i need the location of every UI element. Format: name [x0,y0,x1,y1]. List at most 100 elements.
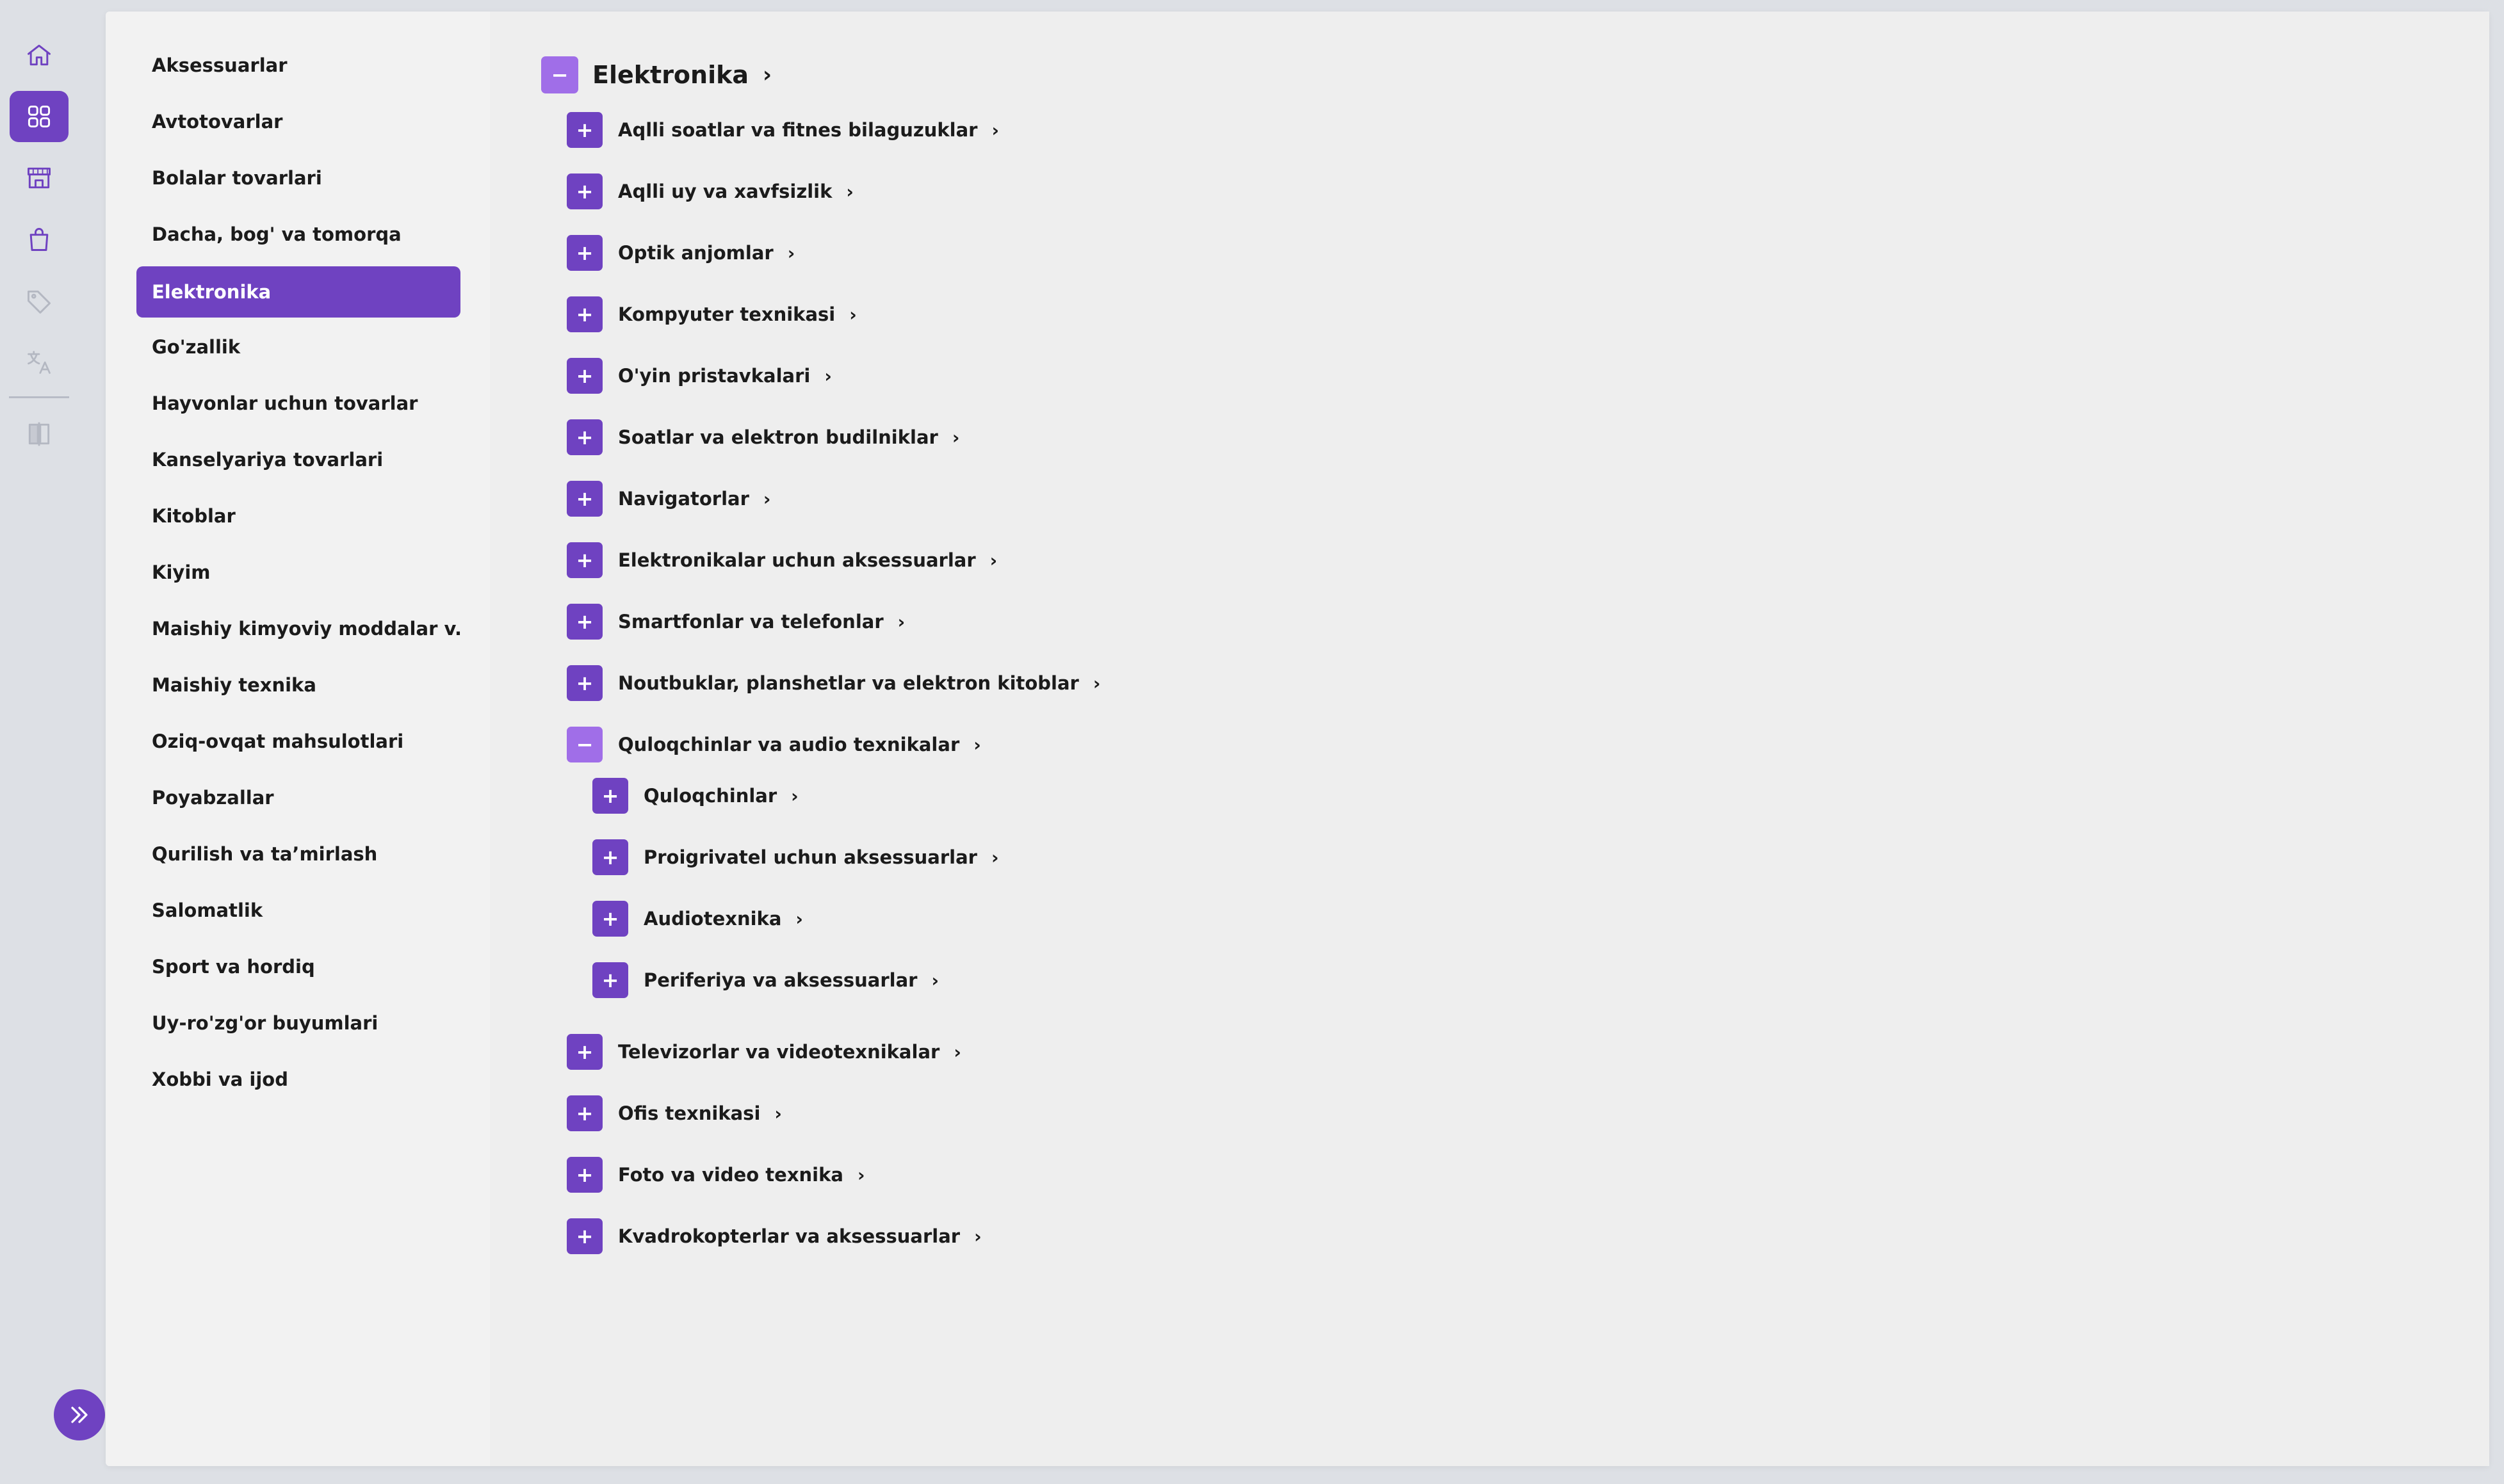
tree-item-label[interactable]: Kompyuter texnikasi [618,303,835,325]
tree-item: + Aqlli uy va xavfsizlik › [567,173,854,209]
expand-toggle[interactable]: + [567,665,603,701]
tree-item-label[interactable]: Navigatorlar [618,488,749,510]
tree-item-label[interactable]: Quloqchinlar va audio texnikalar [618,734,959,755]
category-item[interactable]: Go'zallik [136,321,460,373]
tree-item-label[interactable]: Televizorlar va videotexnikalar [618,1041,939,1063]
chevron-right-icon[interactable]: › [858,1165,865,1186]
category-item[interactable]: Kanselyariya tovarlari [136,434,460,485]
tag-icon[interactable] [10,275,69,327]
chevron-right-icon[interactable]: › [846,181,854,202]
category-item[interactable]: Uy-ro'zg'or buyumlari [136,997,460,1049]
category-list: Aksessuarlar Avtotovarlar Bolalar tovarl… [106,12,490,1466]
expand-toggle[interactable]: + [567,481,603,517]
home-icon[interactable] [10,29,69,81]
expand-toggle[interactable]: + [567,1034,603,1070]
category-item[interactable]: Hayvonlar uchun tovarlar [136,378,460,429]
expand-toggle[interactable]: + [567,296,603,332]
collapse-toggle[interactable]: − [541,56,578,93]
tree-item: + Navigatorlar › [567,481,770,517]
tree-item-label[interactable]: Audiotexnika [644,908,781,930]
category-item[interactable]: Dacha, bog' va tomorqa [136,209,460,260]
tree-subitem: + Proigrivatel uchun aksessuarlar › [592,839,999,875]
expand-toggle[interactable]: + [592,901,628,937]
category-item[interactable]: Oziq-ovqat mahsulotlari [136,716,460,767]
category-item[interactable]: Maishiy texnika [136,659,460,711]
expand-toggle[interactable]: + [567,173,603,209]
expand-toggle[interactable]: + [567,1218,603,1254]
compare-icon[interactable] [10,408,69,460]
category-item[interactable]: Kitoblar [136,490,460,542]
tree-item-label[interactable]: Smartfonlar va telefonlar [618,611,884,633]
tree-item: + Elektronikalar uchun aksessuarlar › [567,542,997,578]
tree-item-label[interactable]: Quloqchinlar [644,785,777,807]
chevron-right-icon[interactable]: › [824,366,832,387]
chevron-right-icon[interactable]: › [952,427,960,448]
shopping-bag-icon[interactable] [10,214,69,265]
tree-item-label[interactable]: Optik anjomlar [618,242,774,264]
category-item[interactable]: Bolalar tovarlari [136,152,460,204]
chevron-right-icon[interactable]: › [898,611,906,633]
expand-toggle[interactable]: + [567,1157,603,1193]
category-item[interactable]: Kiyim [136,547,460,598]
chevron-right-icon[interactable]: › [791,786,799,807]
expand-toggle[interactable]: + [567,542,603,578]
tree-item-label[interactable]: Periferiya va aksessuarlar [644,969,917,991]
category-item[interactable]: Avtotovarlar [136,96,460,147]
expand-toggle[interactable]: + [592,962,628,998]
chevron-right-icon[interactable]: › [954,1042,961,1063]
store-icon[interactable] [10,152,69,204]
tree-item-label[interactable]: Proigrivatel uchun aksessuarlar [644,846,977,868]
tree-item: + Kompyuter texnikasi › [567,296,857,332]
category-item-selected[interactable]: Elektronika [136,266,460,318]
translate-icon[interactable] [10,337,69,388]
double-chevron-right-icon[interactable] [54,1389,105,1440]
apps-grid-icon[interactable] [10,91,69,142]
tree-item: + Smartfonlar va telefonlar › [567,604,905,640]
expand-toggle[interactable]: + [567,358,603,394]
chevron-right-icon[interactable]: › [1093,673,1101,694]
tree-root-label[interactable]: Elektronika [592,61,749,89]
chevron-right-icon[interactable]: › [763,62,772,88]
category-item[interactable]: Poyabzallar [136,772,460,823]
tree-item-label[interactable]: Noutbuklar, planshetlar va elektron kito… [618,672,1079,694]
chevron-right-icon[interactable]: › [991,120,999,141]
navigation-rail [0,0,85,1484]
tree-item: + Foto va video texnika › [567,1157,865,1193]
chevron-right-icon[interactable]: › [931,970,939,991]
tree-item-label[interactable]: O'yin pristavkalari [618,365,810,387]
chevron-right-icon[interactable]: › [795,908,803,930]
category-item[interactable]: Salomatlik [136,885,460,936]
expand-toggle[interactable]: + [567,419,603,455]
chevron-right-icon[interactable]: › [973,734,981,755]
category-item[interactable]: Sport va hordiq [136,941,460,992]
collapse-toggle[interactable]: − [567,727,603,762]
chevron-right-icon[interactable]: › [788,243,795,264]
tree-item-label[interactable]: Ofis texnikasi [618,1102,760,1124]
expand-toggle[interactable]: + [592,778,628,814]
chevron-right-icon[interactable]: › [763,488,771,510]
category-item[interactable]: Qurilish va ta’mirlash [136,828,460,880]
category-item[interactable]: Aksessuarlar [136,40,460,91]
tree-item-label[interactable]: Elektronikalar uchun aksessuarlar [618,549,976,571]
expand-toggle[interactable]: + [567,235,603,271]
expand-toggle[interactable]: + [592,839,628,875]
chevron-right-icon[interactable]: › [849,304,857,325]
tree-item-label[interactable]: Foto va video texnika [618,1164,843,1186]
chevron-right-icon[interactable]: › [991,847,999,868]
tree-item-label[interactable]: Kvadrokopterlar va aksessuarlar [618,1225,960,1247]
expand-toggle[interactable]: + [567,112,603,148]
category-item[interactable]: Maishiy kimyoviy moddalar v... [136,603,460,654]
tree-root: − Elektronika › [541,56,772,93]
tree-item: + Optik anjomlar › [567,235,795,271]
chevron-right-icon[interactable]: › [990,550,998,571]
chevron-right-icon[interactable]: › [974,1226,982,1247]
tree-item-label[interactable]: Aqlli soatlar va fitnes bilaguzuklar [618,119,977,141]
tree-item-label[interactable]: Aqlli uy va xavfsizlik [618,181,832,202]
expand-toggle[interactable]: + [567,604,603,640]
tree-item: + Noutbuklar, planshetlar va elektron ki… [567,665,1100,701]
tree-item-label[interactable]: Soatlar va elektron budilniklar [618,426,938,448]
chevron-right-icon[interactable]: › [774,1103,782,1124]
category-item[interactable]: Xobbi va ijod [136,1054,460,1105]
expand-toggle[interactable]: + [567,1095,603,1131]
tree-subitem: + Periferiya va aksessuarlar › [592,962,939,998]
